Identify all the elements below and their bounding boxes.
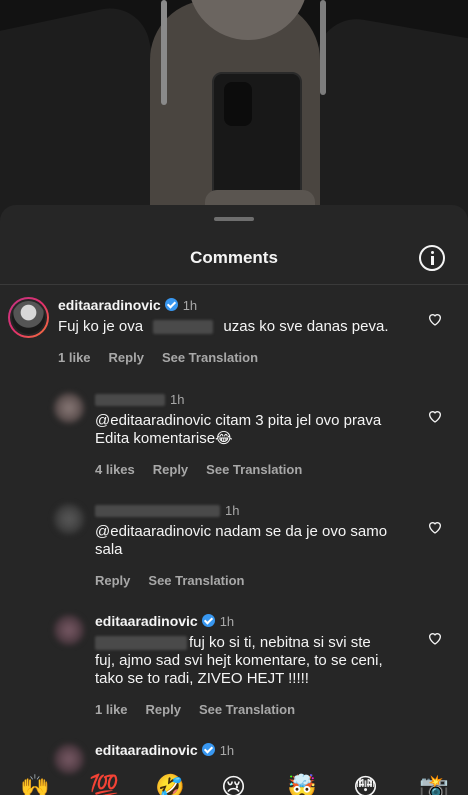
comment-text: fuj ko si ti, nebitna si svi ste fuj, aj… [95,634,383,688]
comment-text-line: fuj, ajmo sad svi hejt komentare, to se … [95,652,383,669]
heart-icon[interactable] [427,408,443,424]
rolling-laughing-emoji-icon[interactable]: 🤣 [155,773,185,795]
comment-text-line: @editaaradinovic nadam se da je ovo samo [95,523,388,540]
earring [161,0,167,105]
comment-username[interactable]: editaaradinovic [95,742,198,758]
see-translation-button[interactable]: See Translation [148,573,244,588]
comment-text: @editaaradinovic nadam se da je ovo samo… [95,523,387,559]
comment-username[interactable]: editaaradinovic [58,297,161,313]
emoji-reaction-bar: 🙌 💯 🤣 😢 🤯 😳 📸 [0,770,468,795]
sheet-title: Comments [190,248,278,267]
see-translation-button[interactable]: See Translation [162,350,258,365]
comment-username[interactable]: editaaradinovic [95,613,198,629]
background-photo [0,0,468,230]
reply-button[interactable]: Reply [146,702,181,717]
comment-actions: 4 likes Reply See Translation [95,462,320,477]
reply-button[interactable]: Reply [95,573,130,588]
comment-time: 1h [225,503,240,518]
divider [0,284,468,285]
verified-badge-icon [164,298,178,311]
raising-hands-emoji-icon[interactable]: 🙌 [20,773,50,795]
heart-icon[interactable] [427,519,443,535]
heart-icon[interactable] [427,311,443,327]
comment-time: 1h [219,743,235,758]
flushed-face-emoji-icon[interactable]: 😳 [353,773,378,795]
comment-text: @editaaradinovic citam 3 pita jel ovo pr… [95,412,381,448]
avatar[interactable] [54,504,84,534]
comment-time: 1h [182,298,198,313]
comment-text-line: Edita komentarise😂 [95,430,233,447]
avatar[interactable] [8,297,49,338]
phone-shape [212,72,302,200]
redacted-mention [153,320,214,335]
comment-actions: 1 like Reply See Translation [95,702,313,717]
avatar[interactable] [54,615,84,645]
exploding-head-emoji-icon[interactable]: 🤯 [287,773,317,795]
redacted-mention [95,636,187,651]
info-icon[interactable] [419,245,445,271]
redacted-username [95,393,165,406]
hundred-points-emoji-icon[interactable]: 💯 [89,773,119,795]
phone-camera [224,82,252,126]
comment-time: 1h [170,392,185,407]
comment-text-line: fuj ko si ti, nebitna si svi ste [95,634,383,652]
comment-time: 1h [219,614,235,629]
heart-icon[interactable] [427,630,443,646]
verified-badge-icon [201,614,215,627]
comment-text-part: uzas ko sve danas peva. [223,318,389,335]
see-translation-button[interactable]: See Translation [206,462,302,477]
comment-actions: Reply See Translation [95,573,263,588]
comment-text: Fuj ko je ova uzas ko sve danas peva. [58,318,389,336]
sheet-grabber[interactable] [214,217,254,221]
comment-actions: 1 like Reply See Translation [58,350,276,365]
comment-text-line: sala [95,541,123,558]
comment-text-line: @editaaradinovic citam 3 pita jel ovo pr… [95,412,382,429]
comments-sheet: Comments editaaradinovic 1h Fuj ko je ova… [0,205,468,795]
reply-button[interactable]: Reply [153,462,188,477]
earring [320,0,326,95]
comment-text-part: Fuj ko je ova [58,318,144,335]
like-count[interactable]: 1 like [95,702,128,717]
like-count[interactable]: 1 like [58,350,91,365]
like-count[interactable]: 4 likes [95,462,135,477]
see-translation-button[interactable]: See Translation [199,702,295,717]
crying-face-emoji-icon[interactable]: 😢 [221,773,246,795]
redacted-username [95,504,220,517]
camera-flash-emoji-icon[interactable]: 📸 [419,773,449,795]
comment-text-line: tako se to radi, ZIVEO HEJT !!!!! [95,670,309,687]
verified-badge-icon [201,743,215,756]
comment-text-part: fuj ko si ti, nebitna si svi ste [189,634,371,651]
reply-button[interactable]: Reply [109,350,144,365]
avatar[interactable] [54,393,84,423]
